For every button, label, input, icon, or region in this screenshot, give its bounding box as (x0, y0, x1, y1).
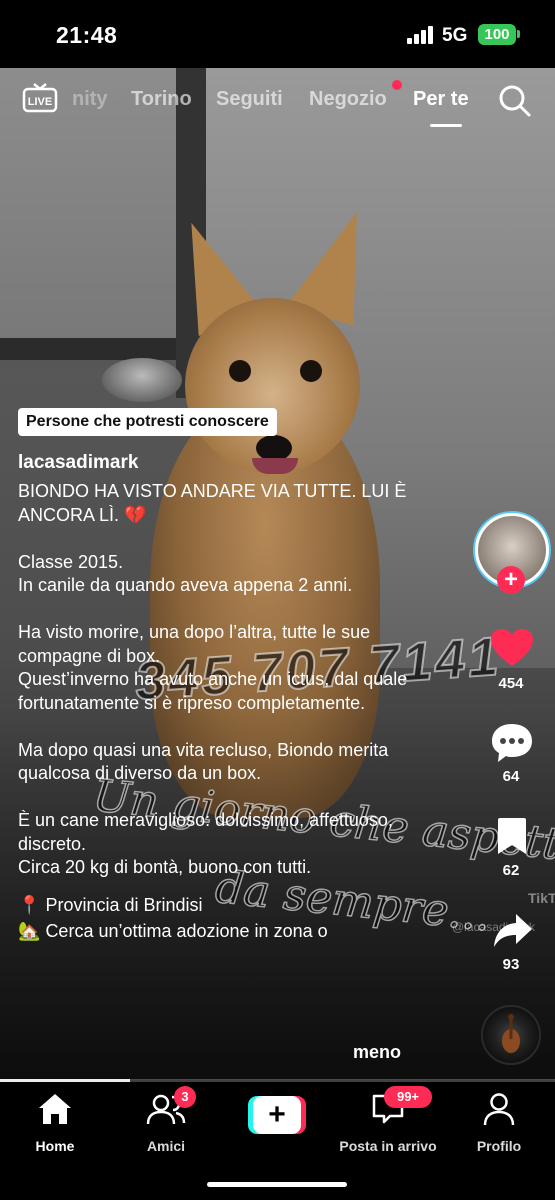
nav-profile[interactable]: Profilo (449, 1092, 549, 1154)
background-rail (0, 338, 200, 360)
nav-friends[interactable]: Amici (116, 1092, 216, 1154)
suggestion-label[interactable]: Persone che potresti conoscere (18, 408, 277, 436)
adoption-text: Cerca un’ottima adozione in zona o (45, 921, 328, 941)
caption-paragraph: Ma dopo quasi una vita recluso, Biondo m… (18, 739, 389, 784)
nav-profile-label: Profilo (476, 1138, 522, 1154)
comment-icon[interactable] (490, 722, 534, 764)
signal-icon (407, 26, 433, 44)
save-count: 62 (502, 862, 520, 879)
music-disc-icon[interactable] (481, 1005, 541, 1065)
notification-dot (392, 80, 402, 90)
comment-count: 64 (502, 768, 520, 785)
svg-text:LIVE: LIVE (28, 96, 52, 108)
tab-negozio[interactable]: Negozio (309, 88, 387, 111)
violin-icon (502, 1014, 520, 1053)
less-button[interactable]: meno (353, 1042, 401, 1063)
nav-friends-label: Amici (146, 1138, 186, 1154)
caption-paragraph: Ha visto morire, una dopo l’altra, tutte… (18, 622, 408, 713)
profile-icon (483, 1093, 515, 1126)
tab-per-te[interactable]: Per te (413, 88, 469, 111)
home-indicator[interactable] (207, 1182, 347, 1187)
tab-torino[interactable]: Torino (131, 88, 192, 111)
tab-community[interactable]: nity (72, 88, 108, 111)
dog-eye-left (229, 360, 251, 382)
location-line: 📍 Provincia di Brindisi (18, 894, 443, 918)
location-text: Provincia di Brindisi (45, 894, 203, 915)
friends-badge: 3 (174, 1086, 196, 1108)
nav-home[interactable]: Home (5, 1092, 105, 1154)
dog-eye-right (300, 360, 322, 382)
follow-button[interactable]: + (497, 566, 525, 594)
status-time: 21:48 (56, 22, 118, 48)
network-type: 5G (442, 25, 468, 46)
battery-icon: 100 (478, 24, 516, 45)
caption-paragraph: BIONDO HA VISTO ANDARE VIA TUTTE. LUI È … (18, 481, 407, 525)
food-bowl (102, 358, 182, 402)
tiktok-watermark: TikTok (528, 890, 555, 906)
bookmark-icon[interactable] (496, 816, 528, 856)
post-caption[interactable]: BIONDO HA VISTO ANDARE VIA TUTTE. LUI È … (18, 480, 443, 944)
adoption-line: 🏡 Cerca un’ottima adozione in zona o (18, 920, 443, 944)
status-bar: 21:48 5G 100 (0, 0, 555, 68)
battery-tip (517, 30, 520, 38)
inbox-badge: 99+ (384, 1086, 432, 1108)
top-navigation: LIVE nity Torino Seguiti Negozio Per te (0, 80, 555, 130)
pin-icon: 📍 (18, 894, 41, 915)
caption-paragraph: È un cane meraviglioso: dolcissimo, affe… (18, 810, 393, 877)
plus-icon: + (253, 1096, 301, 1134)
nav-home-label: Home (35, 1138, 75, 1154)
create-button[interactable]: + (248, 1096, 306, 1134)
active-tab-indicator (430, 124, 462, 127)
share-count: 93 (502, 956, 520, 973)
home-icon (39, 1094, 71, 1124)
tab-seguiti[interactable]: Seguiti (216, 88, 283, 111)
nav-inbox-label: Posta in arrivo (339, 1138, 437, 1154)
heart-icon[interactable] (490, 628, 534, 668)
house-icon: 🏡 (18, 921, 41, 941)
search-icon[interactable] (498, 84, 532, 118)
caption-paragraph: Classe 2015. In canile da quando aveva a… (18, 551, 353, 596)
post-username[interactable]: lacasadimark (18, 452, 138, 474)
share-icon[interactable] (492, 912, 534, 950)
like-count: 454 (498, 675, 524, 692)
live-icon[interactable]: LIVE (22, 83, 58, 113)
